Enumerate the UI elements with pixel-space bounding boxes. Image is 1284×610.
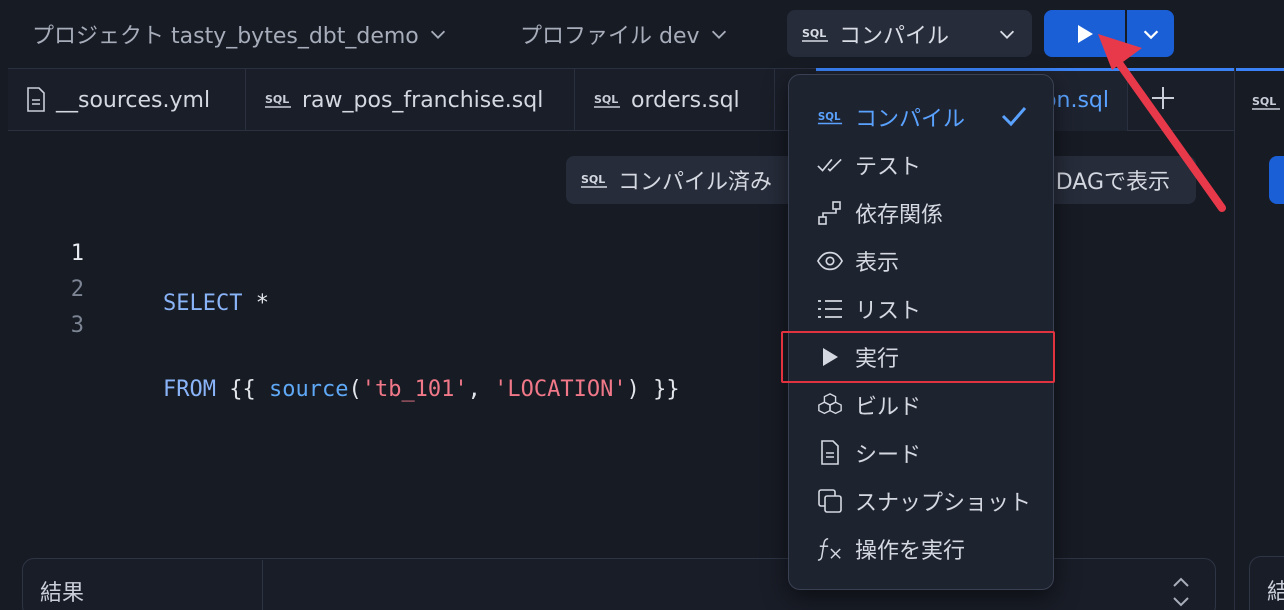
svg-text:SQL: SQL — [818, 112, 841, 123]
code-line-1: SELECT * — [163, 291, 680, 327]
svg-text:SQL: SQL — [802, 27, 826, 40]
sql-keyword: SELECT — [163, 291, 243, 316]
menu-item-seed[interactable]: シード — [789, 429, 1053, 477]
code-token: * — [242, 291, 269, 316]
tab-sources-yml[interactable]: __sources.yml — [8, 69, 246, 131]
code-line-2: FROM {{ source('tb_101', 'LOCATION') }} — [163, 377, 680, 413]
line-number-3: 3 — [70, 313, 84, 338]
red-arrow-annotation — [1098, 34, 1226, 212]
menu-item-label: コンパイル — [855, 107, 966, 132]
code-token: {{ — [215, 377, 269, 402]
line-number-1: 1 — [70, 241, 84, 266]
tab-label: raw_pos_franchise.sql — [302, 87, 544, 113]
tab-label: __sources.yml — [56, 87, 211, 113]
list-icon — [817, 296, 843, 322]
chevron-down-icon — [427, 23, 449, 45]
menu-item-label: 依存関係 — [855, 203, 944, 228]
project-label: プロジェクト tasty_bytes_dbt_demo — [32, 24, 419, 49]
code-function: source — [268, 377, 349, 402]
results-label: 結果 — [40, 581, 85, 606]
sql-icon: SQL — [801, 22, 829, 46]
cubes-icon — [817, 392, 843, 418]
menu-item-list[interactable]: リスト — [789, 285, 1053, 333]
svg-text:SQL: SQL — [1252, 95, 1276, 108]
code-string: 'LOCATION' — [494, 377, 627, 402]
expand-collapse-icon[interactable] — [1170, 574, 1192, 608]
menu-item-snapshot[interactable]: スナップショット — [789, 477, 1053, 525]
menu-item-label: スナップショット — [855, 491, 1032, 516]
sql-icon: SQL — [593, 88, 621, 112]
menu-item-label: 表示 — [855, 251, 900, 276]
tab-label: orders.sql — [631, 87, 740, 113]
check-icon — [1001, 105, 1027, 127]
right-panel: SQL 結 — [1234, 68, 1284, 610]
line-number-2: 2 — [70, 277, 84, 302]
sql-icon: SQL — [1251, 90, 1281, 114]
profile-label: プロファイル dev — [520, 24, 700, 49]
menu-item-label: リスト — [855, 299, 922, 324]
menu-item-label: ビルド — [855, 395, 922, 420]
svg-text:SQL: SQL — [265, 93, 289, 106]
right-results-label: 結 — [1267, 580, 1284, 605]
compiled-label: コンパイル済み — [618, 170, 773, 195]
sql-icon: SQL — [264, 88, 292, 112]
project-selector[interactable]: プロジェクト tasty_bytes_dbt_demo — [32, 18, 449, 50]
svg-text:SQL: SQL — [581, 173, 605, 186]
double-check-icon — [817, 152, 843, 178]
menu-item-run-operation[interactable]: 操作を実行 — [789, 525, 1053, 573]
sql-icon: SQL — [580, 168, 608, 192]
code-token: ) }} — [626, 377, 680, 402]
code-token: ( — [348, 377, 362, 402]
results-divider — [262, 560, 263, 610]
profile-selector[interactable]: プロファイル dev — [520, 18, 730, 50]
compile-dropdown-button[interactable]: SQL コンパイル — [787, 10, 1032, 57]
menu-item-build[interactable]: ビルド — [789, 381, 1053, 429]
chevron-down-icon — [708, 23, 730, 45]
compile-label: コンパイル — [839, 23, 950, 49]
run-highlight-annotation — [781, 331, 1055, 383]
tab-raw-pos-franchise[interactable]: SQL raw_pos_franchise.sql — [246, 69, 575, 131]
menu-item-show[interactable]: 表示 — [789, 237, 1053, 285]
menu-item-label: シード — [855, 443, 922, 468]
sql-icon: SQL — [817, 104, 843, 130]
sql-keyword: FROM — [163, 377, 216, 402]
right-active-tab-indicator — [1236, 68, 1284, 71]
svg-text:SQL: SQL — [594, 93, 618, 106]
function-icon — [817, 536, 843, 562]
chevron-down-icon — [996, 23, 1018, 45]
menu-item-dependencies[interactable]: 依存関係 — [789, 189, 1053, 237]
eye-icon — [817, 248, 843, 274]
code-string: 'tb_101' — [361, 377, 468, 402]
code-lines[interactable]: SELECT * FROM {{ source('tb_101', 'LOCAT… — [163, 241, 680, 524]
document-icon — [817, 440, 843, 466]
menu-item-label: 操作を実行 — [855, 539, 966, 564]
code-token: , — [467, 377, 495, 402]
menu-item-test[interactable]: テスト — [789, 141, 1053, 189]
copy-icon — [817, 488, 843, 514]
right-panel-button[interactable] — [1269, 156, 1284, 204]
menu-item-label: テスト — [855, 155, 922, 180]
line-number: 1 2 3 — [44, 241, 84, 349]
file-icon — [26, 87, 46, 113]
menu-item-compile[interactable]: SQL コンパイル — [789, 93, 1053, 141]
dependency-icon — [817, 200, 843, 226]
tab-orders[interactable]: SQL orders.sql — [575, 69, 775, 131]
